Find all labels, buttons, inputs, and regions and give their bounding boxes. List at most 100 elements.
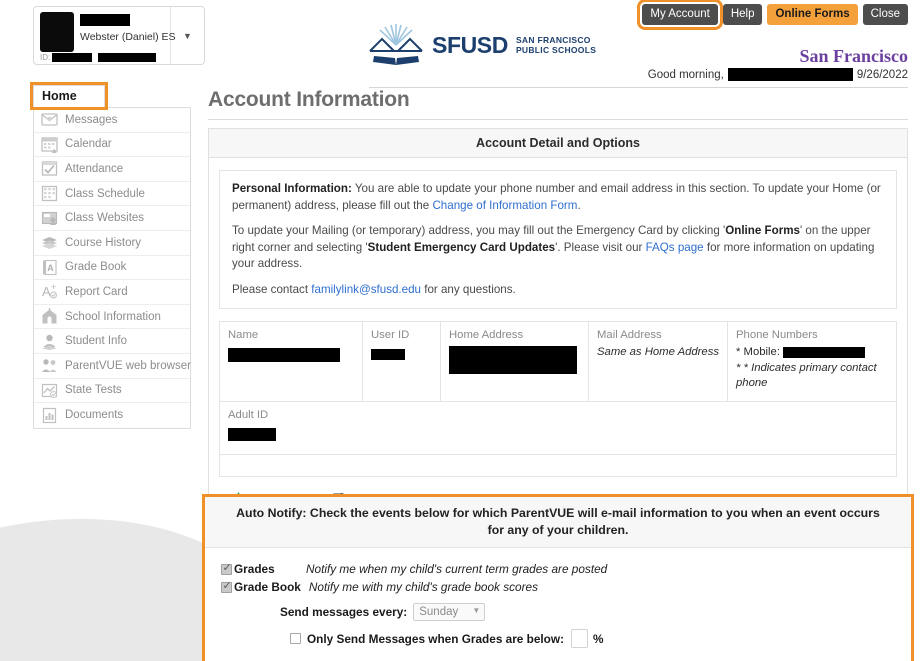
percent-unit-label: % — [593, 631, 604, 646]
info-paragraph-2: To update your Mailing (or temporary) ad… — [232, 223, 884, 273]
send-messages-every-select[interactable]: Sunday — [413, 603, 486, 621]
logo-wordmark: SFUSD — [432, 31, 508, 58]
header-mail-address: Mail Address — [597, 329, 662, 341]
auto-notify-panel: Auto Notify: Check the events below for … — [202, 494, 914, 661]
sidebar-item-school-information[interactable]: School Information — [34, 305, 190, 330]
emergency-card-emphasis: Student Emergency Card Updates — [367, 240, 556, 254]
sfusd-logo-mark — [369, 24, 423, 65]
online-forms-button[interactable]: Online Forms — [767, 4, 858, 25]
mobile-label: * Mobile: — [736, 346, 780, 358]
grade-book-label: Grade Book — [234, 580, 301, 594]
sidebar-item-label: Grade Book — [65, 261, 127, 274]
sidebar-item-attendance[interactable]: Attendance — [34, 157, 190, 182]
auto-notify-grades-row: Grades Notify me when my child's current… — [205, 562, 911, 576]
student-selector-card[interactable]: Webster (Daniel) ES ID: ▼ — [33, 6, 205, 65]
value-user-id-redacted — [371, 349, 405, 361]
help-button[interactable]: Help — [722, 4, 763, 25]
sidebar-item-label: ParentVUE web browser — [65, 359, 191, 372]
header-adult-id: Adult ID — [228, 409, 269, 421]
school-building-icon — [42, 308, 57, 324]
website-card-icon — [41, 211, 58, 225]
sidebar-item-report-card[interactable]: A + Report Card — [34, 280, 190, 305]
header-user-id: User ID — [371, 329, 410, 341]
sidebar-item-label: Attendance — [65, 162, 124, 175]
two-people-icon — [42, 359, 57, 373]
header-home-address: Home Address — [449, 329, 524, 341]
auto-notify-heading: Auto Notify: Check the events below for … — [205, 497, 911, 548]
info-paragraph-1: Personal Information: You are able to up… — [232, 181, 884, 214]
envelope-icon — [41, 113, 58, 126]
books-icon — [42, 237, 57, 250]
student-extra-redacted — [98, 53, 157, 62]
sidebar-item-label: Class Websites — [65, 212, 145, 225]
close-button[interactable]: Close — [862, 4, 908, 25]
sidebar-item-parentvue-web-browser[interactable]: ParentVUE web browser — [34, 354, 191, 379]
send-messages-select-wrap: Sunday ▼ — [413, 602, 486, 621]
spacer-cell — [219, 454, 897, 477]
sidebar-item-class-schedule[interactable]: Class Schedule — [34, 182, 190, 207]
header-divider — [369, 87, 908, 88]
chart-line-icon — [41, 383, 58, 398]
greeting-name-redacted — [727, 68, 853, 81]
greeting-row: Good morning, 9/26/2022 — [648, 68, 908, 81]
grade-book-description: Notify me with my child's grade book sco… — [308, 580, 538, 594]
info-p2-d: '. Please visit our — [555, 240, 646, 254]
student-school-label: Webster (Daniel) ES — [80, 31, 176, 43]
calendar-icon — [41, 137, 58, 153]
sidebar-item-student-info[interactable]: Student Info — [34, 329, 190, 354]
sidebar-item-label: Report Card — [65, 285, 128, 298]
sidebar-item-documents[interactable]: Documents — [34, 403, 190, 428]
panel-body: Personal Information: You are able to up… — [209, 158, 907, 528]
sidebar-item-label: Student Info — [65, 335, 128, 348]
grade-threshold-row: Only Send Messages when Grades are below… — [205, 629, 911, 648]
sidebar-item-class-websites[interactable]: Class Websites — [34, 206, 190, 231]
gradebook-icon: A — [43, 259, 57, 275]
table-row: Adult ID — [219, 401, 897, 455]
personal-info-label: Personal Information: — [232, 182, 352, 195]
student-id-redacted — [52, 53, 93, 62]
cell-mail-address: Mail Address Same as Home Address — [588, 321, 728, 402]
panel-title: Account Detail and Options — [208, 128, 908, 158]
sidebar-item-state-tests[interactable]: State Tests — [34, 379, 190, 404]
sidebar-item-grade-book[interactable]: A Grade Book — [34, 256, 190, 281]
person-icon — [42, 334, 57, 350]
account-panel: Account Detail and Options Personal Info… — [208, 128, 908, 529]
logo-subtitle-line2: PUBLIC SCHOOLS — [515, 45, 597, 55]
cell-adult-id: Adult ID — [219, 401, 897, 455]
grades-checkbox[interactable] — [221, 562, 232, 575]
change-of-information-form-link[interactable]: Change of Information Form — [432, 199, 577, 212]
logo-subtitle: SAN FRANCISCO PUBLIC SCHOOLS — [516, 35, 596, 55]
cell-user-id: User ID — [362, 321, 441, 402]
current-date: 9/26/2022 — [856, 68, 908, 81]
sidebar-item-label: Class Schedule — [65, 187, 145, 200]
top-header: Webster (Daniel) ES ID: ▼ SFUSD SAN FRAN… — [0, 0, 920, 88]
faqs-page-link[interactable]: FAQs page — [646, 241, 704, 254]
value-adult-id-redacted — [228, 428, 276, 442]
sidebar-item-course-history[interactable]: Course History — [34, 231, 190, 256]
sidebar-nav: Messages Calendar Attendance Class Sched… — [33, 107, 191, 429]
sidebar-item-label: Course History — [65, 236, 142, 249]
my-account-button[interactable]: My Account — [637, 0, 723, 30]
grade-threshold-checkbox[interactable] — [290, 633, 301, 644]
value-mobile-row: * Mobile: — [736, 346, 888, 358]
value-mail-address: Same as Home Address — [597, 346, 720, 358]
report-card-icon: A + — [42, 283, 58, 299]
grade-threshold-label: Only Send Messages when Grades are below… — [307, 631, 564, 646]
primary-contact-note: * * Indicates primary contact phone — [736, 362, 877, 389]
page-root: Webster (Daniel) ES ID: ▼ SFUSD SAN FRAN… — [0, 0, 920, 661]
student-card-left: Webster (Daniel) ES ID: — [34, 7, 176, 64]
familylink-email-link[interactable]: familylink@sfusd.edu — [311, 283, 421, 296]
personal-information-box: Personal Information: You are able to up… — [219, 170, 897, 309]
grades-label: Grades — [234, 562, 275, 576]
sidebar-item-messages[interactable]: Messages — [34, 108, 190, 133]
grade-threshold-input[interactable] — [571, 629, 588, 648]
sidebar-item-label: School Information — [65, 310, 161, 323]
greeting-text: Good morning, — [647, 68, 724, 81]
svg-text:+: + — [51, 283, 56, 292]
info-p3-a: Please contact — [232, 282, 312, 296]
student-photo-redacted — [40, 12, 74, 52]
grade-book-checkbox[interactable] — [221, 580, 232, 593]
bar-chart-doc-icon — [42, 407, 57, 424]
sidebar-item-calendar[interactable]: Calendar — [34, 133, 190, 158]
svg-text:A: A — [47, 263, 54, 273]
